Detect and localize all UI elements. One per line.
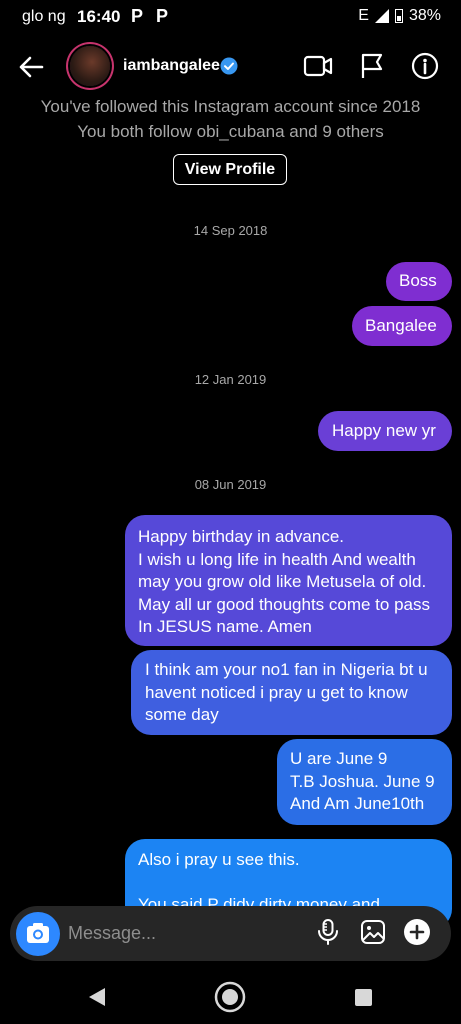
- signal-icon: [374, 9, 389, 23]
- system-nav-bar: [0, 970, 461, 1024]
- add-icon[interactable]: [403, 918, 431, 946]
- status-bar: glo ng 16:40 P P E 38%: [0, 0, 461, 34]
- message-bubble[interactable]: Happy birthday in advance. I wish u long…: [125, 515, 452, 646]
- nav-recents-icon[interactable]: [355, 989, 372, 1006]
- message-bubble[interactable]: I think am your no1 fan in Nigeria bt u …: [131, 650, 452, 735]
- clock: 16:40: [77, 7, 121, 26]
- carrier-name: glo ng: [22, 8, 66, 25]
- date-separator: 12 Jan 2019: [194, 372, 267, 387]
- message-bubble[interactable]: Happy new yr: [318, 411, 452, 451]
- message-bubble[interactable]: U are June 9 T.B Joshua. June 9 And Am J…: [277, 739, 452, 825]
- back-arrow-icon[interactable]: [16, 52, 46, 82]
- network-type: E: [358, 7, 369, 24]
- gallery-icon[interactable]: [359, 918, 387, 946]
- notification-app-icon: P: [156, 6, 169, 26]
- message-composer: Message...: [10, 906, 451, 961]
- view-profile-button[interactable]: View Profile: [173, 154, 287, 185]
- info-icon[interactable]: [410, 51, 440, 81]
- date-separator: 08 Jun 2019: [194, 477, 267, 492]
- username[interactable]: iambangalee: [123, 57, 220, 75]
- battery-icon: [394, 9, 403, 23]
- avatar[interactable]: [70, 46, 110, 86]
- follow-since-text: You've followed this Instagram account s…: [40, 97, 421, 116]
- message-bubble[interactable]: Boss: [386, 262, 452, 301]
- microphone-icon[interactable]: [314, 918, 342, 946]
- video-call-icon[interactable]: [303, 51, 333, 81]
- verified-badge-icon: [220, 57, 238, 75]
- date-separator: 14 Sep 2018: [193, 223, 268, 238]
- profile-info: You've followed this Instagram account s…: [0, 94, 461, 144]
- nav-home-icon[interactable]: [214, 981, 246, 1013]
- camera-icon: [27, 923, 49, 943]
- notification-app-icon: P: [131, 6, 144, 26]
- camera-button[interactable]: [16, 912, 60, 956]
- battery-level: 38%: [408, 7, 441, 24]
- flag-icon[interactable]: [357, 51, 387, 81]
- message-input[interactable]: Message...: [68, 923, 156, 944]
- message-bubble[interactable]: Bangalee: [352, 306, 452, 346]
- chat-header: iambangalee: [0, 44, 461, 90]
- nav-back-icon[interactable]: [88, 987, 106, 1007]
- mutual-followers-text: You both follow obi_cubana and 9 others: [77, 122, 384, 141]
